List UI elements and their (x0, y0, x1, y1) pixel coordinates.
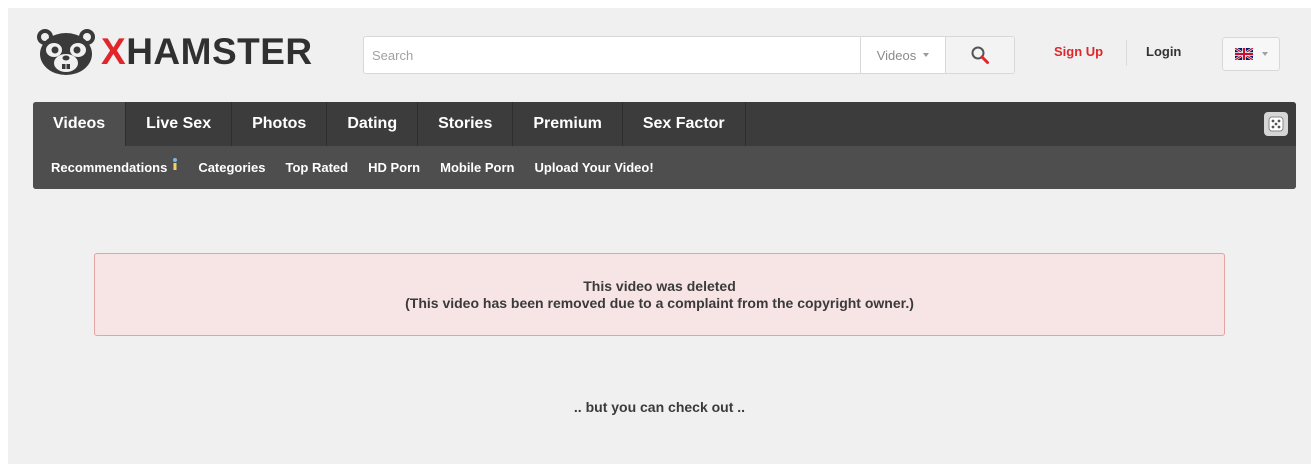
search-type-dropdown[interactable]: Videos (860, 37, 945, 73)
subnav-hd-porn[interactable]: HD Porn (368, 160, 420, 175)
subnav-label: Recommendations (51, 160, 168, 175)
subnav-recommendations[interactable]: Recommendations (51, 157, 178, 175)
tab-sex-factor[interactable]: Sex Factor (623, 102, 746, 146)
logo-wordmark-rest: HAMSTER (126, 31, 313, 72)
chevron-down-icon (1261, 52, 1268, 56)
tab-dating[interactable]: Dating (327, 102, 419, 146)
chevron-down-icon (923, 53, 930, 57)
search-button[interactable] (945, 37, 1014, 73)
random-video-button[interactable] (1264, 112, 1288, 136)
search-icon (971, 46, 989, 64)
language-selector[interactable] (1222, 37, 1280, 71)
tab-photos[interactable]: Photos (232, 102, 328, 146)
info-icon (173, 157, 178, 170)
subnav-categories[interactable]: Categories (198, 160, 265, 175)
search-bar: Videos (363, 36, 1015, 74)
sub-navigation: Recommendations Categories Top Rated HD … (33, 146, 1296, 189)
tab-videos[interactable]: Videos (33, 102, 127, 146)
subnav-mobile-porn[interactable]: Mobile Porn (440, 160, 514, 175)
alert-title: This video was deleted (583, 277, 736, 294)
video-deleted-alert: This video was deleted (This video has b… (94, 253, 1225, 336)
header-divider (1126, 40, 1127, 66)
uk-flag-icon (1234, 48, 1253, 60)
page: XHAMSTER Videos Sign Up Login Vide (8, 8, 1311, 464)
nav-tabs: Videos Live Sex Photos Dating Stories Pr… (33, 102, 1296, 146)
alert-detail: (This video has been removed due to a co… (405, 294, 914, 311)
tab-stories[interactable]: Stories (418, 102, 514, 146)
tab-live-sex[interactable]: Live Sex (126, 102, 233, 146)
logo-wordmark-x: X (101, 31, 127, 72)
logo-wordmark: XHAMSTER (101, 24, 313, 80)
sign-up-link[interactable]: Sign Up (1054, 44, 1103, 59)
tab-premium[interactable]: Premium (513, 102, 623, 146)
login-link[interactable]: Login (1146, 44, 1181, 59)
subnav-upload-video[interactable]: Upload Your Video! (535, 160, 654, 175)
hamster-logo-icon (37, 29, 95, 75)
search-input[interactable] (364, 37, 860, 73)
subnav-top-rated[interactable]: Top Rated (286, 160, 349, 175)
site-logo[interactable]: XHAMSTER (35, 24, 313, 80)
search-type-label: Videos (876, 47, 917, 63)
dice-icon (1268, 116, 1284, 132)
check-out-text: .. but you can check out .. (573, 399, 746, 415)
main-navigation: Videos Live Sex Photos Dating Stories Pr… (33, 102, 1296, 189)
